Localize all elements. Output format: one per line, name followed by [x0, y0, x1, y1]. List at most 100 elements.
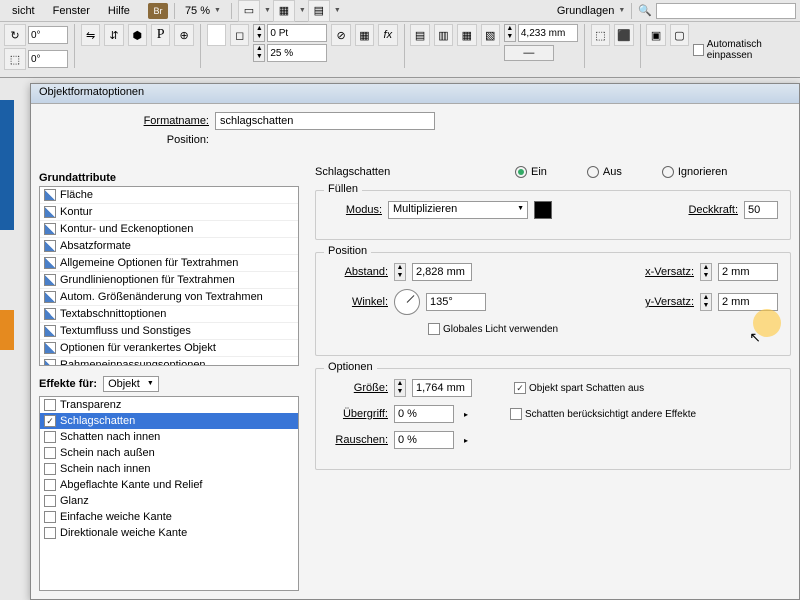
- spinner[interactable]: ▲▼: [700, 263, 712, 281]
- paragraph-icon[interactable]: P: [151, 24, 170, 46]
- effect-item[interactable]: Schein nach außen: [40, 445, 298, 461]
- effect-item[interactable]: Schein nach innen: [40, 461, 298, 477]
- fit-frame-icon[interactable]: ▢: [670, 24, 689, 46]
- text-wrap-1-icon[interactable]: ▤: [410, 24, 429, 46]
- checkbox-icon[interactable]: [44, 511, 56, 523]
- knock-out-checkbox[interactable]: Objekt spart Schatten aus: [514, 382, 644, 394]
- checkbox-icon[interactable]: [44, 463, 56, 475]
- checkbox-icon[interactable]: [44, 495, 56, 507]
- radio-ignorieren[interactable]: Ignorieren: [662, 166, 728, 178]
- menu-window[interactable]: Fenster: [45, 3, 98, 19]
- gradient-icon[interactable]: ▦: [355, 24, 374, 46]
- view-icon[interactable]: ▤: [308, 0, 330, 22]
- menu-view[interactable]: sicht: [4, 3, 43, 19]
- global-light-checkbox[interactable]: Globales Licht verwenden: [428, 323, 558, 335]
- effect-item[interactable]: Schatten nach innen: [40, 429, 298, 445]
- apply-none-icon[interactable]: ⊘: [331, 24, 350, 46]
- checkbox-icon[interactable]: [44, 415, 56, 427]
- auto-fit-checkbox[interactable]: Automatisch einpassen: [693, 24, 796, 75]
- checkbox-icon[interactable]: [44, 479, 56, 491]
- attr-item[interactable]: Grundlinienoptionen für Textrahmen: [40, 272, 298, 289]
- effect-item[interactable]: Einfache weiche Kante: [40, 509, 298, 525]
- text-wrap-2-icon[interactable]: ▥: [434, 24, 453, 46]
- attr-item[interactable]: Kontur: [40, 204, 298, 221]
- attr-item[interactable]: Kontur- und Eckenoptionen: [40, 221, 298, 238]
- blend-mode-select[interactable]: Multiplizieren ▼: [388, 201, 528, 219]
- screen-mode-icon[interactable]: ▭: [238, 0, 260, 22]
- size-input[interactable]: [412, 379, 472, 397]
- text-wrap-3-icon[interactable]: ▦: [457, 24, 476, 46]
- rotate-icon[interactable]: ↻: [4, 24, 26, 46]
- corner-1-icon[interactable]: ⬚: [591, 24, 610, 46]
- flip-v-icon[interactable]: ⇵: [104, 24, 123, 46]
- attr-item[interactable]: Textumfluss und Sonstiges: [40, 323, 298, 340]
- angle-dial[interactable]: [394, 289, 420, 315]
- effects-target-select[interactable]: Objekt: [103, 376, 159, 392]
- effect-item[interactable]: Transparenz: [40, 397, 298, 413]
- attr-item[interactable]: Autom. Größenänderung von Textrahmen: [40, 289, 298, 306]
- radio-aus[interactable]: Aus: [587, 166, 622, 178]
- shear-icon[interactable]: ⬚: [4, 48, 26, 70]
- attr-item[interactable]: Optionen für verankertes Objekt: [40, 340, 298, 357]
- spinner[interactable]: ▲▼: [253, 24, 265, 42]
- x-offset-input[interactable]: [718, 263, 778, 281]
- flyout-icon[interactable]: ▸: [464, 436, 468, 445]
- fill-group: Füllen Modus: Multiplizieren ▼ Deckkraft…: [315, 190, 791, 240]
- shadow-color-swatch[interactable]: [534, 201, 552, 219]
- arrange-icon[interactable]: ▦: [273, 0, 295, 22]
- checkbox-icon[interactable]: [44, 399, 56, 411]
- menu-help[interactable]: Hilfe: [100, 3, 138, 19]
- opacity-input[interactable]: [744, 201, 778, 219]
- spinner[interactable]: ▲▼: [253, 44, 265, 62]
- tint-input[interactable]: [267, 44, 327, 62]
- checkbox-icon[interactable]: [44, 431, 56, 443]
- attrs-list[interactable]: FlächeKonturKontur- und EckenoptionenAbs…: [39, 186, 299, 366]
- distance-input[interactable]: [412, 263, 472, 281]
- spinner[interactable]: ▲▼: [504, 24, 516, 42]
- spread-input[interactable]: [394, 405, 454, 423]
- fx-icon[interactable]: fx: [378, 24, 397, 46]
- attr-item[interactable]: Absatzformate: [40, 238, 298, 255]
- effect-item[interactable]: Glanz: [40, 493, 298, 509]
- angle-input[interactable]: [426, 293, 486, 311]
- effect-item[interactable]: Schlagschatten: [40, 413, 298, 429]
- select-container-icon[interactable]: ⬢: [128, 24, 147, 46]
- spinner[interactable]: ▲▼: [394, 263, 406, 281]
- checkbox-icon[interactable]: [44, 527, 56, 539]
- checkbox-icon: [510, 408, 522, 420]
- content-grabber-icon[interactable]: ⊕: [174, 24, 193, 46]
- search-input[interactable]: [656, 3, 796, 19]
- effect-item[interactable]: Abgeflachte Kante und Relief: [40, 477, 298, 493]
- stroke-swatch[interactable]: ◻: [230, 24, 249, 46]
- fill-swatch[interactable]: [207, 24, 226, 46]
- bridge-icon[interactable]: Br: [148, 3, 168, 19]
- stroke-style-selector[interactable]: —: [504, 45, 554, 61]
- attr-label: Grundlinienoptionen für Textrahmen: [60, 274, 235, 286]
- workspace-selector[interactable]: Grundlagen: [557, 5, 615, 17]
- flip-h-icon[interactable]: ⇋: [81, 24, 100, 46]
- attr-item[interactable]: Fläche: [40, 187, 298, 204]
- shear-angle-input[interactable]: [28, 50, 68, 68]
- attr-item[interactable]: Allgemeine Optionen für Textrahmen: [40, 255, 298, 272]
- corner-2-icon[interactable]: ⬛: [614, 24, 633, 46]
- y-offset-input[interactable]: [718, 293, 778, 311]
- stroke-weight-input[interactable]: [267, 24, 327, 42]
- zoom-selector[interactable]: 75 % ▼: [181, 5, 225, 17]
- checkbox-icon[interactable]: [44, 447, 56, 459]
- spinner[interactable]: ▲▼: [394, 379, 406, 397]
- text-wrap-4-icon[interactable]: ▧: [481, 24, 500, 46]
- offset-input[interactable]: [518, 24, 578, 42]
- radio-ein[interactable]: Ein: [515, 166, 547, 178]
- fit-content-icon[interactable]: ▣: [646, 24, 665, 46]
- flyout-icon[interactable]: ▸: [464, 410, 468, 419]
- noise-input[interactable]: [394, 431, 454, 449]
- honour-effects-checkbox[interactable]: Schatten berücksichtigt andere Effekte: [510, 408, 696, 420]
- formatname-input[interactable]: [215, 112, 435, 130]
- effects-list[interactable]: TransparenzSchlagschattenSchatten nach i…: [39, 396, 299, 591]
- attr-item[interactable]: Textabschnittoptionen: [40, 306, 298, 323]
- spinner[interactable]: ▲▼: [700, 293, 712, 311]
- effect-label: Schein nach innen: [60, 463, 151, 475]
- rotate-angle-input[interactable]: [28, 26, 68, 44]
- attr-item[interactable]: Rahmeneinpassungsoptionen: [40, 357, 298, 366]
- effect-item[interactable]: Direktionale weiche Kante: [40, 525, 298, 541]
